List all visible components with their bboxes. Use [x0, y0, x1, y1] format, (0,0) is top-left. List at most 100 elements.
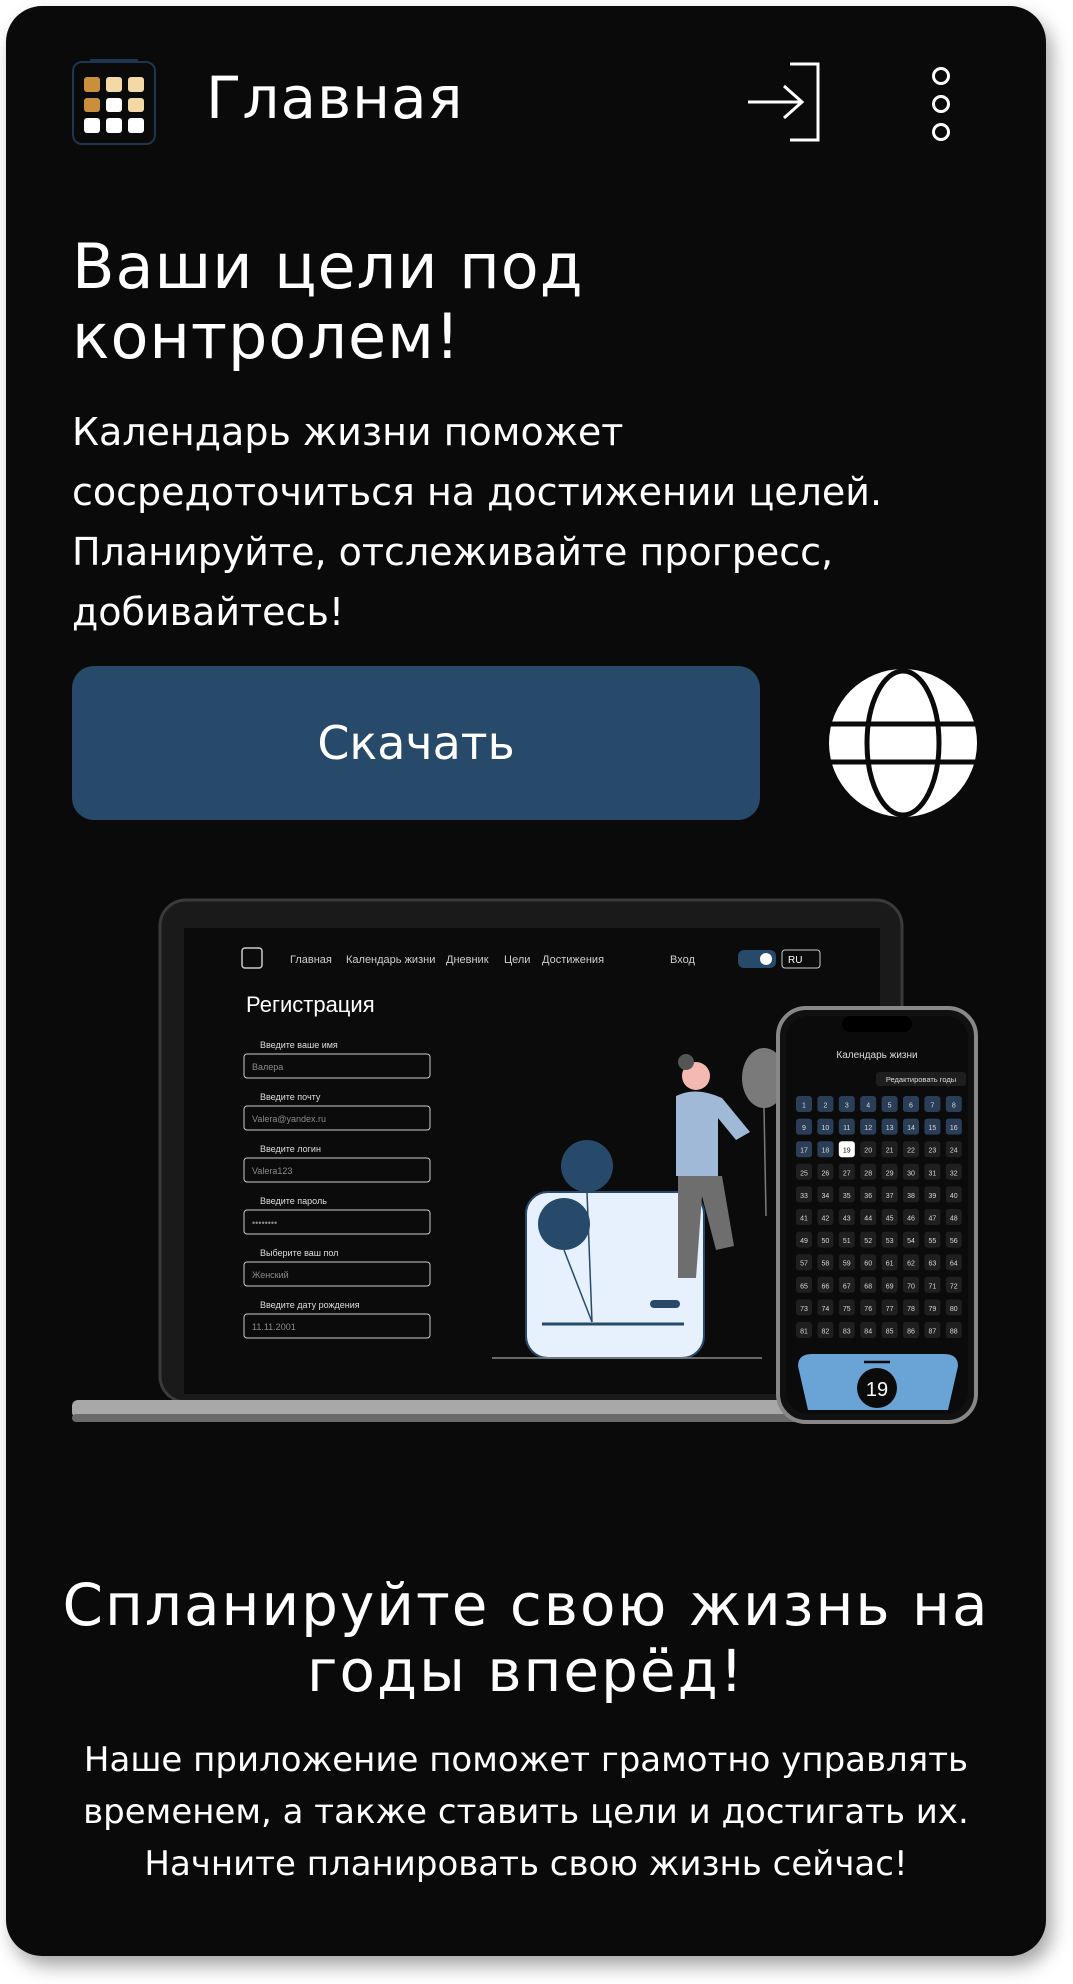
calendar-year-label: 25	[800, 1170, 808, 1177]
calendar-year-label: 35	[843, 1193, 851, 1200]
calendar-year-label: 62	[907, 1261, 915, 1268]
calendar-year-label: 10	[822, 1125, 830, 1132]
calendar-year-label: 1	[802, 1103, 806, 1110]
phone-current-year: 19	[866, 1379, 888, 1401]
mockup-nav-item: Календарь жизни	[346, 954, 435, 966]
calendar-year-label: 28	[864, 1170, 872, 1177]
calendar-year-label: 65	[800, 1283, 808, 1290]
svg-text:Valera@yandex.ru: Valera@yandex.ru	[252, 1114, 326, 1124]
calendar-year-label: 30	[907, 1170, 915, 1177]
calendar-year-label: 26	[822, 1170, 830, 1177]
calendar-year-label: 9	[802, 1125, 806, 1132]
more-vertical-icon[interactable]	[926, 66, 956, 142]
calendar-year-label: 57	[800, 1261, 808, 1268]
calendar-year-label: 72	[950, 1283, 958, 1290]
calendar-year-label: 56	[950, 1238, 958, 1245]
mockup-nav-item: Достижения	[542, 954, 604, 966]
calendar-year-label: 29	[886, 1170, 894, 1177]
svg-text:Введите почту: Введите почту	[260, 1092, 321, 1102]
calendar-year-label: 51	[843, 1238, 851, 1245]
calendar-year-label: 34	[822, 1193, 830, 1200]
calendar-year-label: 53	[886, 1238, 894, 1245]
svg-text:Введите дату рождения: Введите дату рождения	[260, 1300, 360, 1310]
calendar-year-label: 63	[929, 1261, 937, 1268]
calendar-year-label: 79	[929, 1306, 937, 1313]
svg-text:••••••••: ••••••••	[252, 1218, 277, 1228]
calendar-year-label: 40	[950, 1193, 958, 1200]
svg-text:11.11.2001: 11.11.2001	[252, 1322, 296, 1332]
calendar-year-label: 21	[886, 1148, 894, 1155]
calendar-year-label: 38	[907, 1193, 915, 1200]
calendar-year-label: 13	[886, 1125, 894, 1132]
calendar-year-label: 64	[950, 1261, 958, 1268]
calendar-year-label: 82	[822, 1329, 830, 1336]
calendar-year-label: 36	[864, 1193, 872, 1200]
calendar-year-label: 17	[800, 1148, 808, 1155]
svg-text:Valera123: Valera123	[252, 1166, 292, 1176]
calendar-year-label: 12	[864, 1125, 872, 1132]
language-button[interactable]	[826, 666, 980, 820]
calendar-year-label: 45	[886, 1216, 894, 1223]
calendar-year-label: 20	[864, 1148, 872, 1155]
calendar-year-label: 24	[950, 1148, 958, 1155]
page-title: Главная	[206, 64, 464, 132]
svg-text:Выберите ваш пол: Выберите ваш пол	[260, 1248, 338, 1258]
calendar-year-label: 78	[907, 1306, 915, 1313]
svg-text:Введите логин: Введите логин	[260, 1144, 321, 1154]
calendar-year-label: 4	[866, 1103, 870, 1110]
calendar-year-label: 66	[822, 1283, 830, 1290]
calendar-year-label: 23	[929, 1148, 937, 1155]
svg-text:Валера: Валера	[252, 1062, 283, 1072]
calendar-year-label: 58	[822, 1261, 830, 1268]
calendar-year-label: 49	[800, 1238, 808, 1245]
calendar-year-label: 61	[886, 1261, 894, 1268]
mockup-nav-item: Главная	[290, 954, 332, 966]
calendar-year-label: 77	[886, 1306, 894, 1313]
section-title: Спланируйте свою жизнь на годы вперёд!	[62, 1571, 990, 1705]
download-button[interactable]: Скачать	[72, 666, 760, 820]
calendar-year-label: 81	[800, 1329, 808, 1336]
calendar-year-label: 67	[843, 1283, 851, 1290]
calendar-year-label: 71	[929, 1283, 937, 1290]
hero-description: Календарь жизни поможет сосредоточиться …	[72, 410, 883, 634]
calendar-year-label: 11	[843, 1125, 850, 1132]
calendar-year-label: 60	[864, 1261, 872, 1268]
calendar-year-label: 69	[886, 1283, 894, 1290]
calendar-year-label: 33	[800, 1193, 808, 1200]
calendar-year-label: 22	[907, 1148, 915, 1155]
calendar-year-label: 54	[907, 1238, 915, 1245]
calendar-year-label: 44	[864, 1216, 872, 1223]
calendar-year-label: 18	[822, 1148, 830, 1155]
calendar-year-label: 87	[929, 1329, 937, 1336]
calendar-year-label: 55	[929, 1238, 937, 1245]
top-bar: Главная	[6, 6, 1046, 196]
hero-title: Ваши цели под контролем!	[72, 230, 584, 373]
calendar-logo-icon[interactable]	[72, 59, 156, 145]
app-screen: Главная Ваши цели под контролем! Календа…	[6, 6, 1046, 1956]
globe-icon	[829, 668, 977, 818]
calendar-year-label: 48	[950, 1216, 958, 1223]
calendar-year-label: 27	[843, 1170, 851, 1177]
calendar-year-label: 59	[843, 1261, 851, 1268]
calendar-year-label: 85	[886, 1329, 894, 1336]
svg-text:Женский: Женский	[252, 1270, 289, 1280]
calendar-year-label: 19	[843, 1148, 851, 1155]
svg-text:Введите пароль: Введите пароль	[260, 1196, 327, 1206]
calendar-year-label: 75	[843, 1306, 851, 1313]
calendar-year-label: 50	[822, 1238, 830, 1245]
calendar-year-label: 32	[950, 1170, 958, 1177]
phone-edit-button: Редактировать годы	[886, 1075, 956, 1084]
calendar-year-label: 7	[930, 1103, 934, 1110]
calendar-year-label: 41	[800, 1216, 808, 1223]
calendar-year-label: 42	[822, 1216, 830, 1223]
section-description: Наше приложение поможет грамотно управля…	[83, 1740, 969, 1884]
calendar-year-label: 88	[950, 1329, 958, 1336]
login-icon[interactable]	[744, 60, 828, 144]
calendar-year-label: 74	[822, 1306, 830, 1313]
calendar-year-label: 73	[800, 1306, 808, 1313]
mockup-nav-item: Дневник	[446, 954, 489, 966]
mockup-nav-item: Цели	[504, 954, 530, 966]
mockup-login: Вход	[670, 954, 695, 966]
phone-title: Календарь жизни	[836, 1050, 917, 1061]
calendar-year-label: 6	[909, 1103, 913, 1110]
